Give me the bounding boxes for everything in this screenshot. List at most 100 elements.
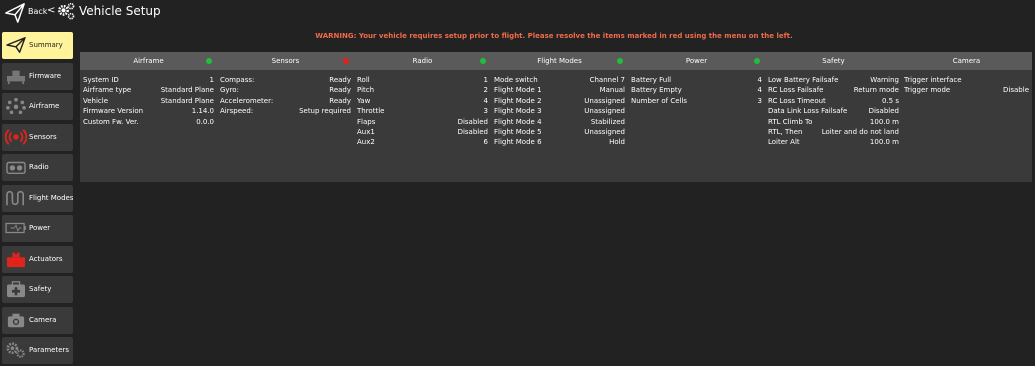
card-row: Vehicle Standard Plane — [83, 96, 214, 105]
sidebar-item-firmware[interactable]: Firmware — [2, 62, 73, 90]
status-error-indicator — [343, 58, 349, 64]
card-row: Yaw 4 — [357, 96, 488, 105]
card-row: Trigger mode Disable — [904, 86, 1029, 95]
card-row: Custom Fw. Ver. 0.0.0 — [83, 117, 214, 126]
sidebar-item-label: Sensors — [29, 132, 57, 141]
card-header: Radio — [354, 52, 491, 70]
card-title: Flight Modes — [537, 57, 582, 65]
radio-icon — [6, 161, 26, 175]
card-row: Pitch 2 — [357, 86, 488, 95]
card-header: Camera — [901, 52, 1032, 70]
summary-card-camera[interactable]: Camera Trigger interface Trigger mode Dis… — [901, 52, 1032, 182]
actuators-icon — [7, 252, 25, 267]
sidebar-item-label: Radio — [29, 163, 49, 171]
sidebar-item-camera[interactable]: Camera — [2, 306, 73, 334]
setup-warning: WARNING: Your vehicle requires setup pri… — [315, 32, 793, 40]
card-title: Sensors — [271, 57, 300, 65]
battery-icon — [5, 222, 26, 234]
status-ok-indicator — [754, 58, 760, 64]
card-row: Compass: Ready — [220, 76, 351, 84]
firmware-icon — [7, 70, 25, 84]
card-row: RC Loss Failsafe Return mode — [768, 86, 899, 95]
card-row: System ID 1 — [83, 76, 214, 84]
card-row: Aux2 6 — [357, 138, 488, 147]
card-header: Sensors — [217, 52, 354, 70]
card-header: Flight Modes — [491, 52, 628, 70]
sidebar-item-summary[interactable]: Summary — [2, 32, 73, 59]
sidebar-item-label: Airframe — [29, 102, 60, 110]
card-row: Roll 1 — [357, 76, 488, 84]
sidebar-item-label: Firmware — [29, 71, 62, 80]
sidebar-item-actuators[interactable]: Actuators — [2, 245, 73, 273]
card-row: Number of Cells 3 — [631, 96, 762, 105]
parameters-gear-icon — [6, 342, 25, 358]
first-aid-icon — [7, 281, 25, 298]
summary-card-airframe[interactable]: Airframe System ID 1 Airframe type Standar… — [80, 52, 217, 182]
card-row: Flaps Disabled — [357, 117, 488, 126]
card-title: Camera — [952, 57, 981, 65]
sidebar-item-safety[interactable]: Safety — [2, 276, 73, 303]
card-row: Battery Empty 4 — [631, 86, 762, 95]
summary-card-safety[interactable]: Safety Low Battery Failsafe Warning RC Lo… — [765, 52, 902, 182]
card-row: Flight Mode 6 Hold — [494, 138, 625, 147]
sidebar-item-label: Actuators — [29, 254, 63, 263]
card-row: Airframe type Standard Plane — [83, 86, 214, 95]
card-row: Flight Mode 3 Unassigned — [494, 107, 625, 116]
sidebar-item-airframe[interactable]: Airframe — [2, 93, 73, 120]
card-row: Flight Mode 5 Unassigned — [494, 128, 625, 137]
card-row: Flight Mode 4 Stabilized — [494, 117, 625, 126]
paper-plane-icon[interactable] — [4, 2, 26, 24]
card-header: Safety — [765, 52, 902, 70]
status-ok-indicator — [617, 58, 623, 64]
sidebar-item-label: Camera — [29, 315, 57, 324]
paper-plane-icon — [6, 37, 26, 53]
card-row: Airspeed: Setup required — [220, 107, 351, 116]
sidebar-item-label: Safety — [29, 285, 52, 293]
card-title: Safety — [822, 57, 845, 65]
sidebar-item-radio[interactable]: Radio — [2, 154, 73, 181]
summary-card-flight-modes[interactable]: Flight Modes Mode switch Channel 7 Flight… — [491, 52, 628, 182]
gears-icon — [58, 2, 75, 20]
summary-card-power[interactable]: Power Battery Full 4 Battery Empty 4 Numbe… — [628, 52, 765, 182]
card-row: Throttle 3 — [357, 107, 488, 116]
sidebar-item-flight-modes[interactable]: Flight Modes — [2, 184, 73, 212]
status-ok-indicator — [206, 58, 212, 64]
sidebar-item-label: Summary — [29, 41, 63, 49]
card-row: Accelerometer: Ready — [220, 96, 351, 105]
card-row: Flight Mode 1 Manual — [494, 86, 625, 95]
card-row: RTL Climb To 100.0 m — [768, 117, 899, 126]
page-title: Vehicle Setup — [79, 4, 161, 18]
card-row: Mode switch Channel 7 — [494, 76, 625, 84]
card-row: Flight Mode 2 Unassigned — [494, 96, 625, 105]
sidebar-item-label: Flight Modes — [29, 193, 73, 202]
sidebar-item-power[interactable]: Power — [2, 215, 73, 242]
summary-card-radio[interactable]: Radio Roll 1 Pitch 2 Yaw 4 Throttle 3 Flaps D… — [354, 52, 491, 182]
card-row: Trigger interface — [904, 76, 962, 84]
card-row: Data Link Loss Failsafe Disabled — [768, 107, 899, 116]
card-header: Power — [628, 52, 765, 70]
card-title: Power — [685, 57, 708, 65]
summary-card-sensors[interactable]: Sensors Compass: Ready Gyro: Ready Acceler… — [217, 52, 354, 182]
card-row: RC Loss Timeout 0.5 s — [768, 96, 899, 105]
sidebar-item-parameters[interactable]: Parameters — [2, 337, 73, 364]
card-title: Radio — [412, 57, 433, 65]
card-header: Airframe — [80, 52, 217, 70]
card-row: Loiter Alt 100.0 m — [768, 138, 899, 147]
card-row: Firmware Version 1.14.0 — [83, 107, 214, 116]
flight-modes-icon — [6, 190, 25, 205]
back-button[interactable]: Back — [28, 7, 47, 16]
sidebar-item-label: Power — [29, 224, 51, 232]
sidebar-item-label: Parameters — [29, 346, 70, 354]
card-row: RTL, Then Loiter and do not land — [768, 128, 899, 137]
airframe-icon — [6, 97, 26, 115]
card-row: Low Battery Failsafe Warning — [768, 76, 899, 84]
card-title: Airframe — [133, 57, 164, 65]
sensors-icon — [5, 128, 27, 145]
camera-icon — [7, 313, 25, 327]
card-row: Aux1 Disabled — [357, 128, 488, 137]
sidebar-item-sensors[interactable]: Sensors — [2, 123, 73, 151]
status-ok-indicator — [480, 58, 486, 64]
back-chevron[interactable]: < — [47, 5, 55, 16]
top-bar: Back < Vehicle Setup — [0, 0, 1035, 26]
card-row: Gyro: Ready — [220, 86, 351, 95]
